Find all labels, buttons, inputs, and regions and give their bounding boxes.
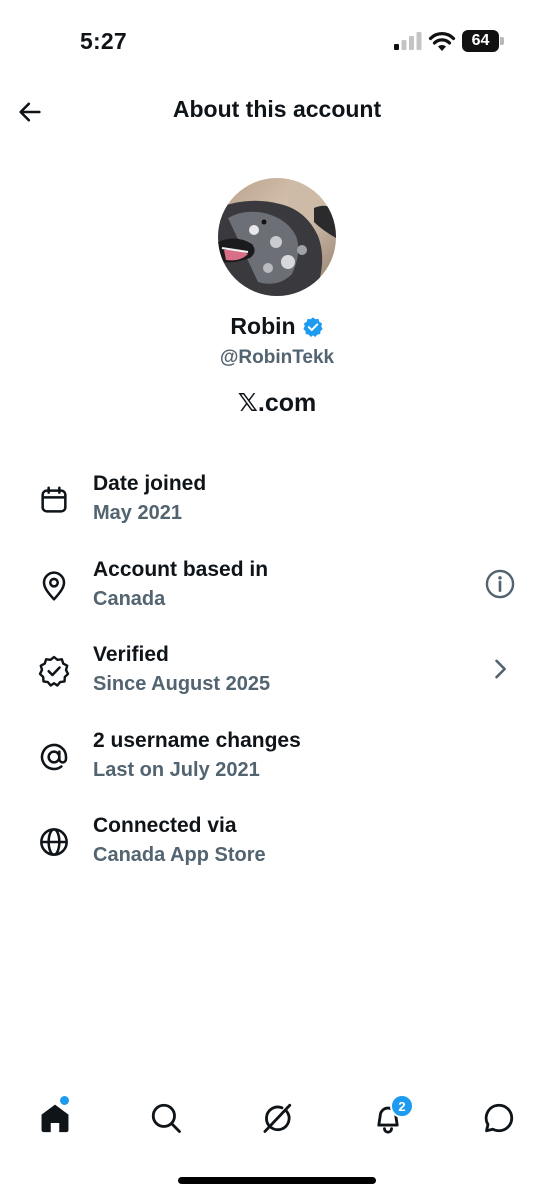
username-handle: @RobinTekk [219, 347, 335, 368]
info-row-verified[interactable]: Verified Since August 2025 [0, 643, 554, 723]
battery-indicator: 64 [462, 30, 504, 52]
grok-icon [263, 1103, 292, 1133]
info-row-username-changes: 2 username changes Last on July 2021 [0, 729, 554, 809]
at-sign-icon [36, 739, 72, 775]
globe-icon [36, 824, 72, 860]
info-subtitle: Canada App Store [93, 844, 266, 866]
page-title: About this account [172, 96, 382, 122]
verified-details-button[interactable] [480, 649, 520, 689]
bottom-nav: 2 [0, 1088, 554, 1152]
home-indicator [178, 1177, 376, 1184]
nav-grok[interactable] [249, 1088, 305, 1148]
info-title: Date joined [93, 472, 207, 495]
site-label: 𝕏.com [237, 389, 317, 417]
info-title: Connected via [93, 814, 237, 837]
search-icon [151, 1103, 181, 1133]
status-bar: 5:27 64 [0, 0, 554, 80]
header: About this account [0, 84, 554, 140]
nav-search[interactable] [138, 1088, 194, 1148]
nav-notifications[interactable]: 2 [360, 1088, 416, 1148]
avatar[interactable] [218, 178, 336, 296]
nav-home[interactable] [27, 1088, 83, 1148]
name-row: Robin [0, 313, 554, 340]
status-time: 5:27 [80, 28, 127, 54]
battery-level: 64 [471, 32, 490, 49]
location-pin-icon [36, 568, 72, 604]
messages-icon [484, 1103, 514, 1133]
verified-badge-icon[interactable] [302, 316, 324, 338]
notification-count-badge: 2 [390, 1094, 414, 1118]
info-row-date-joined: Date joined May 2021 [0, 472, 554, 552]
dog-photo [218, 178, 336, 296]
info-title: 2 username changes [93, 729, 301, 752]
info-button[interactable] [480, 564, 520, 604]
nav-messages[interactable] [471, 1088, 527, 1148]
info-subtitle: May 2021 [93, 502, 182, 524]
info-row-connected-via: Connected via Canada App Store [0, 814, 554, 894]
info-row-account-based-in: Account based in Canada [0, 558, 554, 638]
chevron-right-icon [495, 659, 506, 679]
calendar-icon [36, 482, 72, 518]
info-icon [485, 569, 515, 599]
home-icon [41, 1104, 69, 1133]
home-unread-dot [60, 1096, 69, 1105]
display-name: Robin [230, 313, 296, 339]
cellular-signal-icon [394, 32, 422, 50]
wifi-icon [428, 32, 456, 51]
info-title: Account based in [93, 558, 269, 581]
info-title: Verified [93, 643, 169, 666]
verified-badge-icon [36, 653, 72, 689]
info-subtitle: Since August 2025 [93, 673, 271, 695]
info-subtitle: Last on July 2021 [93, 759, 260, 781]
info-subtitle: Canada [93, 588, 166, 610]
